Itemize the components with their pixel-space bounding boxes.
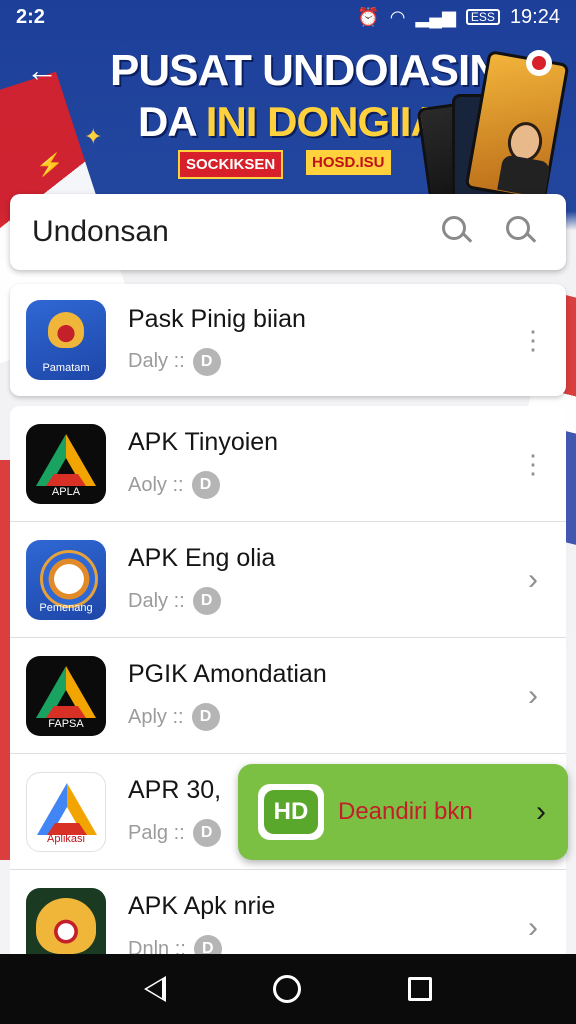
toast-label: Deandiri bkn (338, 798, 473, 825)
list-item-texts: Pask Pinig biian Daly :: D (128, 305, 508, 376)
navigation-bar (0, 954, 576, 1024)
app-icon: FAPSA (26, 655, 106, 736)
app-subtitle: Aply :: D (128, 703, 508, 731)
drive-logo-icon (36, 665, 96, 718)
chevron-right-icon[interactable]: › (508, 555, 558, 605)
search-bar[interactable]: Undonsan (10, 194, 566, 270)
app-name: PGIK Amondatian (128, 660, 327, 688)
app-name: APK Apk nrie (128, 892, 276, 920)
toast-logo-icon: HD (258, 784, 324, 840)
download-toast[interactable]: HD Deandiri bkn › (238, 764, 568, 860)
app-icon: Pamatam (26, 300, 106, 380)
app-name: Pask Pinig biian (128, 304, 306, 333)
alarm-icon: ⏰ (357, 6, 380, 27)
app-subtitle-text: Aoly :: (128, 473, 184, 496)
arrow-left-icon: ← (26, 52, 58, 88)
app-icon-caption: APLA (51, 485, 81, 498)
spark-icon: ✦ (84, 124, 103, 149)
banner-title: PUSAT UNDOIASIN (110, 46, 501, 95)
banner-badge-red: SOCKIKSEN (178, 150, 284, 179)
app-icon: APLA (26, 423, 106, 504)
app-subtitle: Daly :: D (128, 587, 508, 615)
app-icon: Pemenang (26, 539, 106, 620)
nav-back-icon[interactable] (143, 976, 166, 1002)
search-icon[interactable] (500, 210, 544, 254)
list-item-texts: PGIK Amondatian Aply :: D (128, 660, 508, 731)
spark-icon: ⚡ (36, 152, 64, 177)
search-icon[interactable] (436, 210, 480, 254)
signal-icon: ▂▄▆ (415, 6, 456, 27)
chevron-right-icon[interactable]: › (508, 903, 558, 953)
list-item[interactable]: Pamatam Pask Pinig biian Daly :: D ⋮ (10, 284, 566, 396)
header-banner: ← PUSAT UNDOIASIN DA INI DONGIIAO SOCKIK… (0, 34, 576, 218)
app-subtitle-text: Daly :: (128, 589, 185, 612)
app-icon-caption: Aplikasi (47, 832, 85, 845)
list-item-texts: APK Apk nrie Dnln :: D (128, 892, 508, 963)
list-item-texts: APK Eng olia Daly :: D (128, 544, 508, 615)
app-subtitle-text: Palg :: (128, 821, 185, 844)
list-item[interactable]: APLA APK Tinyoien Aoly :: D ⋮ (10, 406, 566, 522)
badge-icon: D (192, 819, 221, 847)
badge-icon: D (192, 347, 221, 376)
list-item[interactable]: FAPSA PGIK Amondatian Aply :: D › (10, 638, 566, 754)
nav-home-icon[interactable] (272, 975, 301, 1003)
back-button[interactable]: ← (22, 52, 62, 92)
banner-subtitle-lead: DA (138, 98, 196, 145)
wifi-icon: ◠ (389, 6, 406, 27)
badge-icon: D (191, 471, 220, 499)
badge-icon: D (192, 587, 221, 615)
more-vertical-icon[interactable]: ⋮ (508, 439, 558, 489)
drive-logo-icon (37, 782, 97, 835)
list-item[interactable]: Pemenang APK Eng olia Daly :: D › (10, 522, 566, 638)
app-subtitle-text: Daly :: (128, 350, 185, 372)
toast-logo-text: HD (264, 790, 318, 834)
record-icon[interactable] (526, 50, 552, 76)
app-list: Pamatam Pask Pinig biian Daly :: D ⋮ APL… (10, 284, 566, 986)
status-bar: 2:2 ⏰ ◠ ▂▄▆ ESS 19:24 (0, 0, 576, 34)
list-item-texts: APK Tinyoien Aoly :: D (128, 428, 508, 499)
search-input[interactable]: Undonsan (32, 215, 416, 249)
status-time-left: 2:2 (16, 5, 45, 28)
nav-recents-icon[interactable] (408, 977, 433, 1001)
more-vertical-icon[interactable]: ⋮ (508, 315, 558, 365)
app-icon-caption: Pemenang (39, 601, 93, 614)
app-name: APK Eng olia (128, 544, 276, 572)
app-icon-caption: FAPSA (48, 717, 84, 730)
chevron-right-icon[interactable]: › (508, 671, 558, 721)
chevron-right-icon[interactable]: › (536, 795, 546, 829)
app-icon-caption: Pamatam (42, 362, 90, 374)
badge-icon: D (191, 703, 220, 731)
status-time-right: 19:24 (509, 5, 560, 28)
drive-logo-icon (36, 433, 96, 486)
status-icons: ⏰ ◠ ▂▄▆ ESS 19:24 (357, 6, 560, 29)
battery-icon: ESS (465, 9, 500, 25)
app-subtitle: Daly :: D (128, 347, 508, 376)
app-icon: Aplikasi (26, 771, 106, 852)
app-subtitle-text: Aply :: (128, 705, 184, 728)
app-subtitle: Aoly :: D (128, 471, 508, 499)
banner-badge-yellow: HOSD.ISU (306, 150, 391, 175)
app-name: APK Tinyoien (128, 428, 279, 456)
